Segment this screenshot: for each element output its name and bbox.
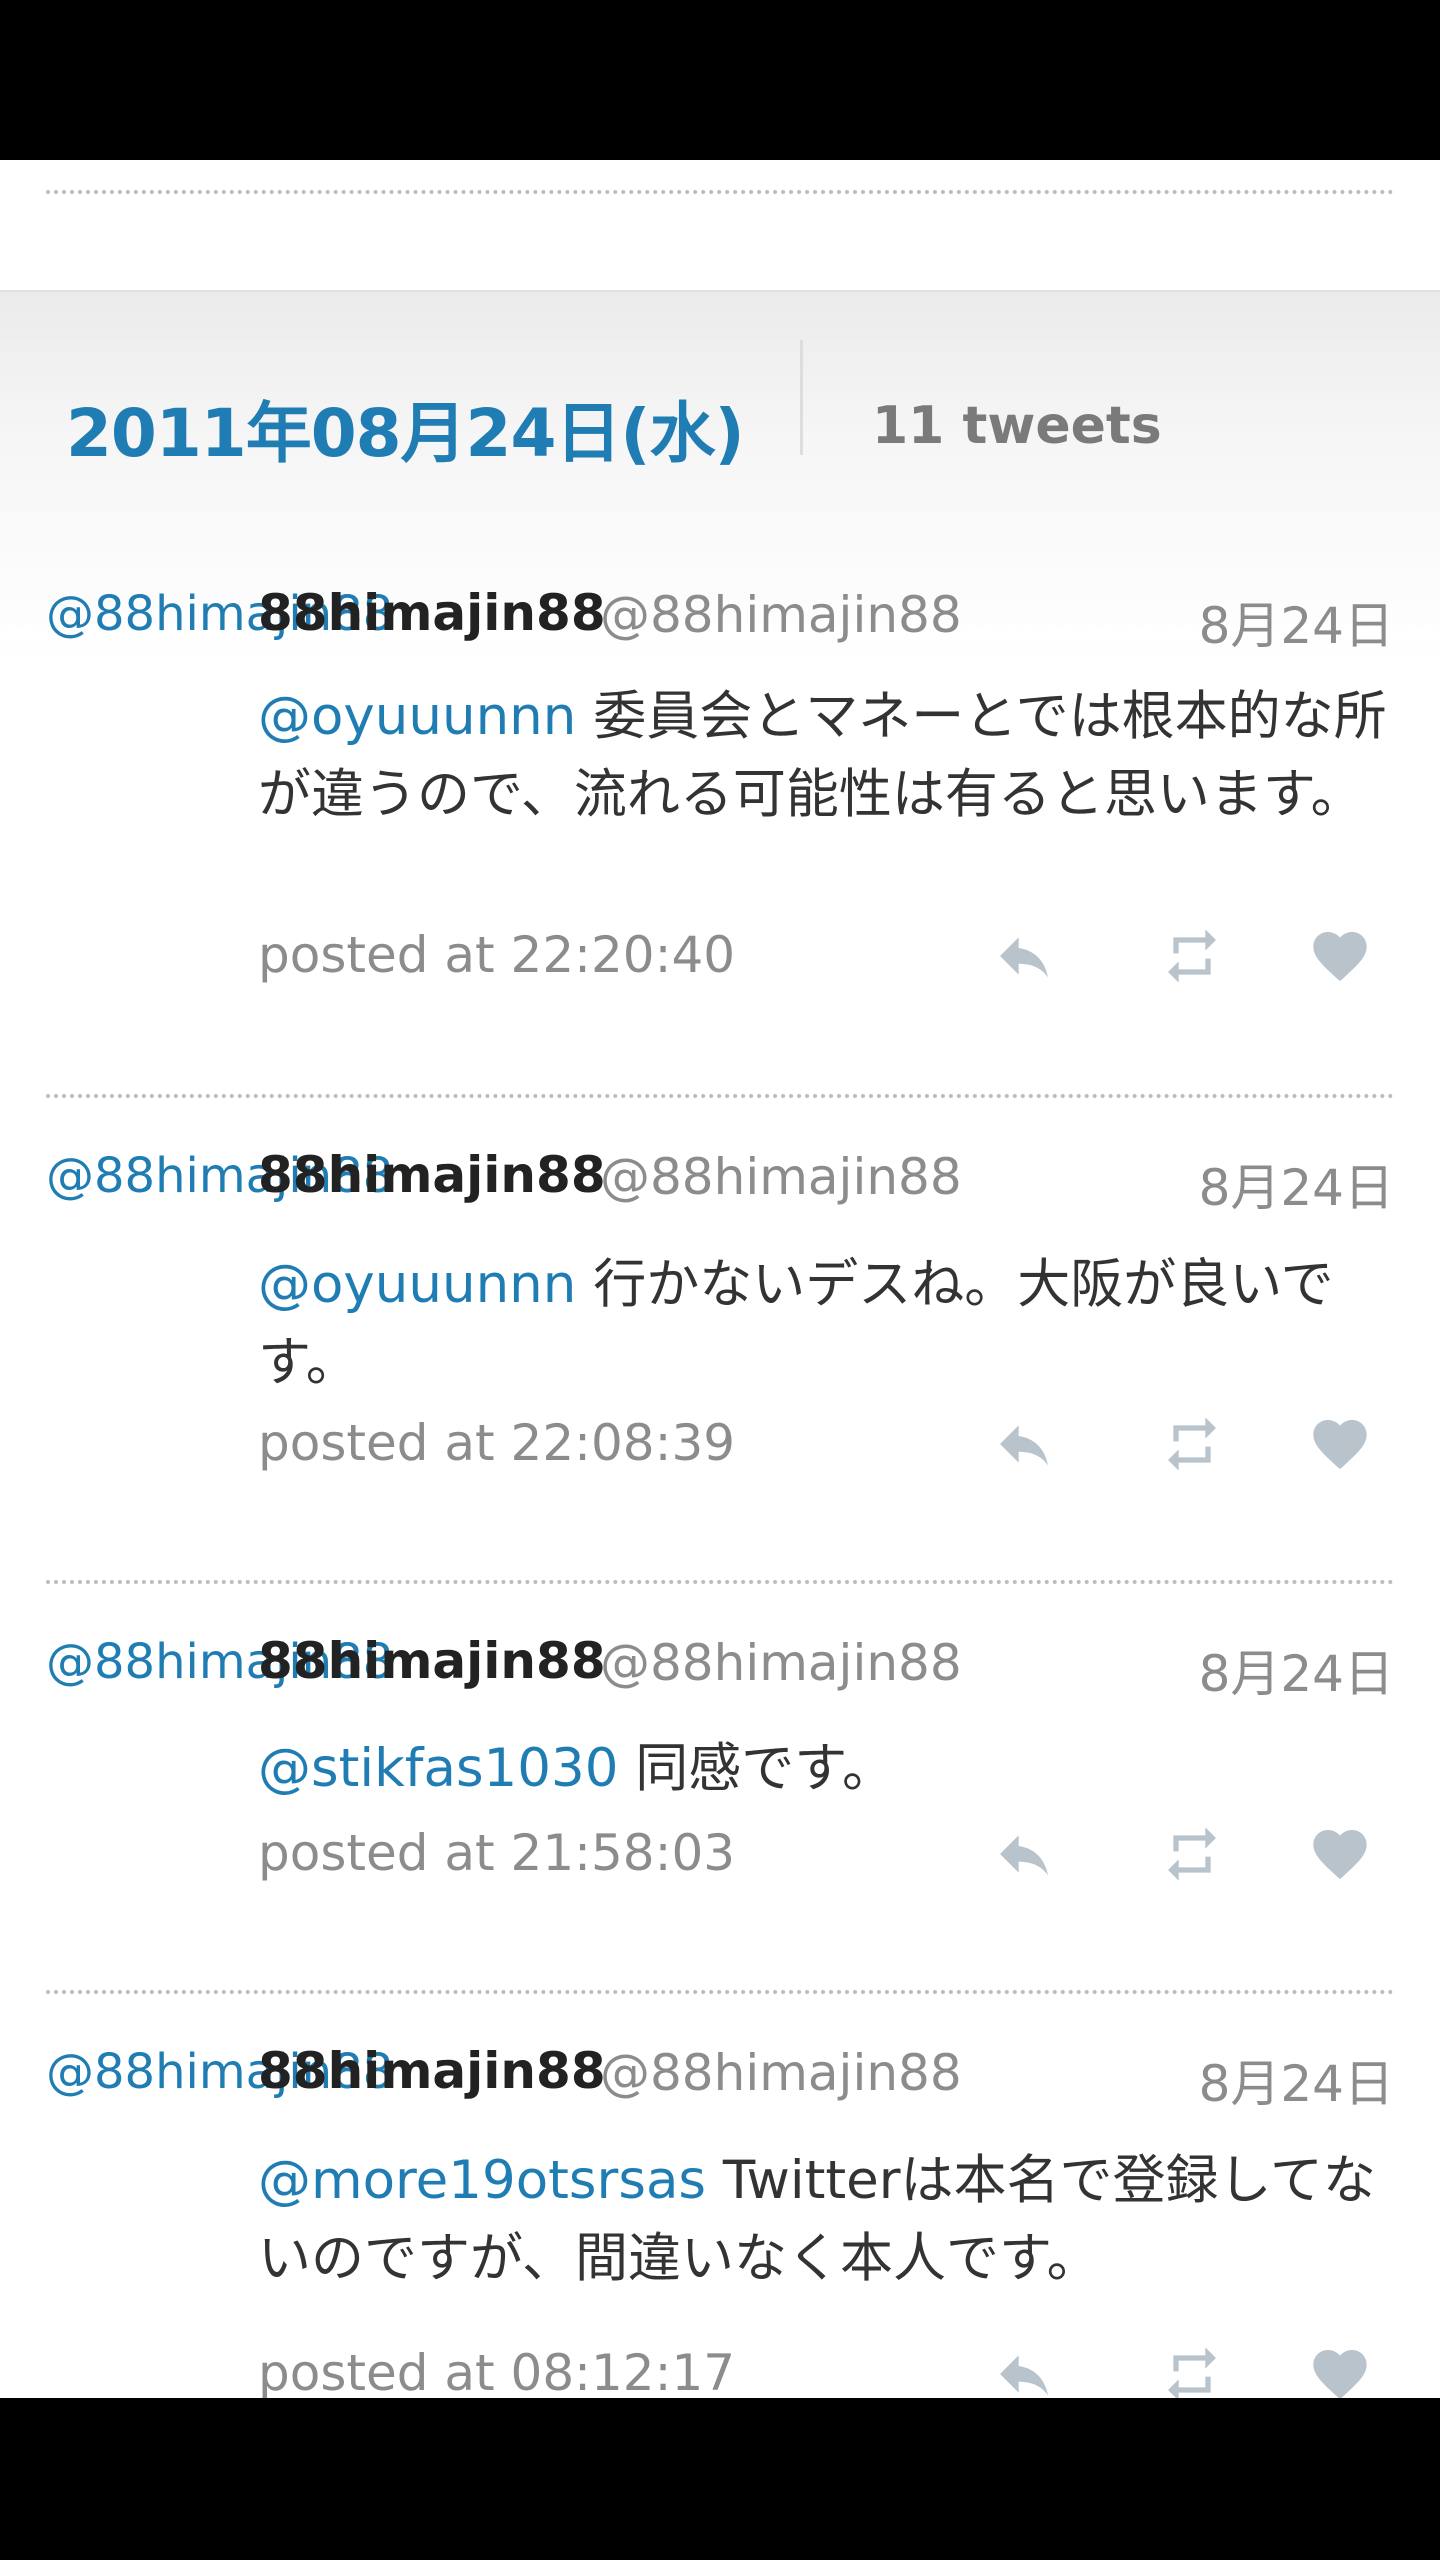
heart-icon[interactable] bbox=[1308, 1822, 1372, 1886]
user-name[interactable]: 88himajin88 bbox=[258, 584, 606, 642]
date-title[interactable]: 2011年08月24日(水) bbox=[66, 380, 745, 476]
posted-time[interactable]: posted at 22:20:40 bbox=[258, 926, 735, 984]
heart-icon[interactable] bbox=[1308, 924, 1372, 988]
user-handle[interactable]: @88himajin88 bbox=[600, 1634, 962, 1692]
divider bbox=[46, 1580, 1394, 1584]
user-handle[interactable]: @88himajin88 bbox=[600, 586, 962, 644]
user-handle[interactable]: @88himajin88 bbox=[600, 1148, 962, 1206]
reply-icon[interactable] bbox=[992, 924, 1056, 988]
tweet-text: @stikfas1030 同感です。 bbox=[258, 1730, 1408, 1808]
divider bbox=[46, 1094, 1394, 1098]
posted-time[interactable]: posted at 22:08:39 bbox=[258, 1414, 735, 1472]
tweet-text-body: 同感です。 bbox=[618, 1738, 896, 1799]
user-name[interactable]: 88himajin88 bbox=[258, 2042, 606, 2100]
retweet-icon[interactable] bbox=[1160, 1822, 1224, 1886]
tweet-date[interactable]: 8月24日 bbox=[1199, 1634, 1394, 1706]
reply-icon[interactable] bbox=[992, 2342, 1056, 2398]
tweet-text: @oyuuunnn 委員会とマネーとでは根本的な所が違うので、流れる可能性は有る… bbox=[258, 678, 1408, 834]
mention-link[interactable]: @oyuuunnn bbox=[258, 686, 576, 747]
mention-link[interactable]: @stikfas1030 bbox=[258, 1738, 618, 1799]
posted-time[interactable]: posted at 21:58:03 bbox=[258, 1824, 735, 1882]
retweet-icon[interactable] bbox=[1160, 1412, 1224, 1476]
reply-icon[interactable] bbox=[992, 1822, 1056, 1886]
retweet-icon[interactable] bbox=[1160, 2342, 1224, 2398]
divider bbox=[46, 190, 1394, 194]
retweet-icon[interactable] bbox=[1160, 924, 1224, 988]
tweet-date[interactable]: 8月24日 bbox=[1199, 2044, 1394, 2116]
mention-link[interactable]: @oyuuunnn bbox=[258, 1254, 576, 1315]
divider bbox=[46, 1990, 1394, 1994]
tweet-count: 11 tweets bbox=[872, 396, 1162, 456]
tweet-text: @more19otsrsas Twitterは本名で登録してないのですが、間違い… bbox=[258, 2142, 1408, 2298]
heart-icon[interactable] bbox=[1308, 2342, 1372, 2398]
timeline-page: 2011年08月24日(水) 11 tweets @88himajin88 88… bbox=[0, 160, 1440, 2398]
tweet-date[interactable]: 8月24日 bbox=[1199, 586, 1394, 658]
heart-icon[interactable] bbox=[1308, 1412, 1372, 1476]
header-separator bbox=[800, 340, 803, 455]
user-name[interactable]: 88himajin88 bbox=[258, 1632, 606, 1690]
mention-link[interactable]: @more19otsrsas bbox=[258, 2150, 706, 2211]
posted-time[interactable]: posted at 08:12:17 bbox=[258, 2344, 735, 2398]
reply-icon[interactable] bbox=[992, 1412, 1056, 1476]
tweet-text: @oyuuunnn 行かないデスね。大阪が良いです。 bbox=[258, 1246, 1408, 1402]
user-handle[interactable]: @88himajin88 bbox=[600, 2044, 962, 2102]
user-name[interactable]: 88himajin88 bbox=[258, 1146, 606, 1204]
tweet-date[interactable]: 8月24日 bbox=[1199, 1148, 1394, 1220]
